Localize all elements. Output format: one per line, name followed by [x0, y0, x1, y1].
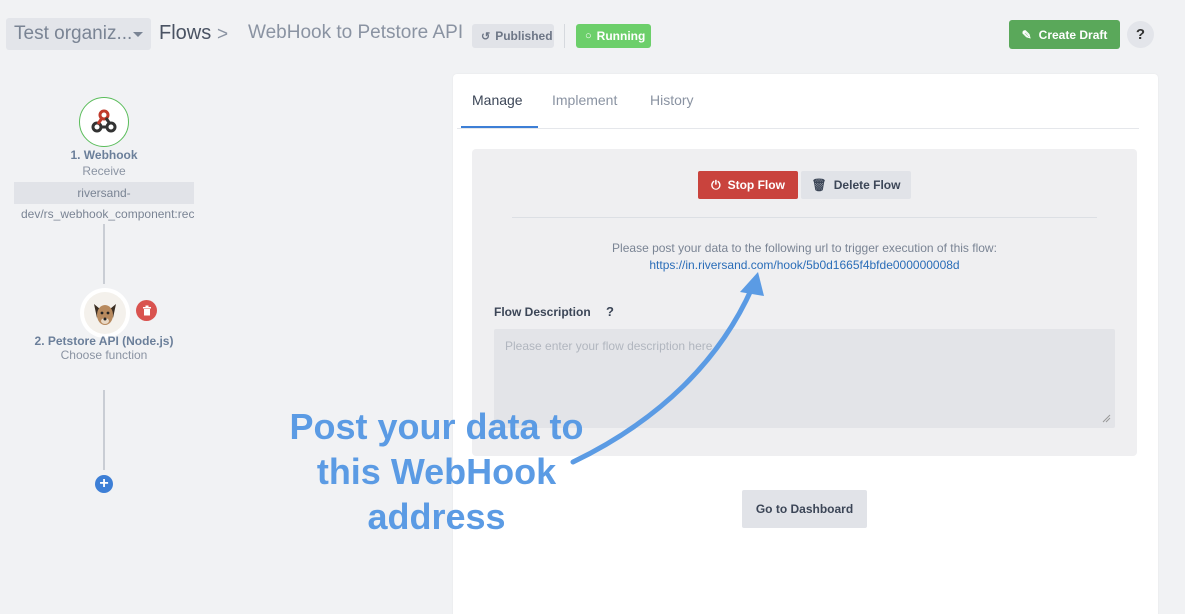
- breadcrumb-separator: >: [217, 24, 229, 45]
- webhook-node-subtitle: Receive: [82, 164, 126, 178]
- organization-select-value: Test organiz...: [14, 23, 133, 44]
- webhook-endpoint-line1: riversand-: [14, 182, 194, 204]
- pencil-icon: ✎: [1021, 27, 1032, 42]
- webhook-url-link[interactable]: https://in.riversand.com/hook/5b0d1665f4…: [472, 258, 1137, 272]
- breadcrumb-flows[interactable]: Flows: [159, 22, 211, 45]
- power-icon: ⏻: [711, 177, 721, 192]
- flow-connector: [103, 390, 105, 470]
- delete-flow-label: Delete Flow: [833, 178, 901, 192]
- webhook-endpoint-line2: dev/rs_webhook_component:receive: [21, 207, 194, 221]
- published-badge[interactable]: ↺ Published: [472, 24, 554, 48]
- annotation-line: address: [367, 496, 506, 537]
- caret-down-icon: [133, 32, 143, 37]
- history-icon: ↺: [481, 30, 491, 43]
- organization-select[interactable]: Test organiz...: [6, 18, 151, 50]
- published-badge-label: Published: [495, 29, 553, 43]
- active-tab-indicator: [461, 126, 538, 128]
- trash-icon: [142, 305, 151, 316]
- refresh-icon: ○: [585, 30, 592, 42]
- tab-manage[interactable]: Manage: [472, 92, 523, 108]
- create-draft-label: Create Draft: [1038, 27, 1108, 42]
- trigger-instructions: Please post your data to the following u…: [612, 241, 997, 255]
- help-button[interactable]: ?: [1127, 21, 1154, 48]
- delete-node-button[interactable]: [136, 300, 157, 321]
- webhook-node[interactable]: [79, 97, 129, 147]
- annotation-line: this WebHook: [316, 451, 557, 492]
- flow-connector: [103, 224, 105, 284]
- webhook-icon: [91, 109, 117, 133]
- webhook-node-title: 1. Webhook: [70, 148, 138, 162]
- petstore-node[interactable]: [80, 288, 130, 338]
- tab-history[interactable]: History: [650, 92, 694, 108]
- tab-bar: Manage Implement History: [457, 74, 1139, 129]
- stop-flow-button[interactable]: ⏻ Stop Flow: [698, 171, 798, 199]
- create-draft-button[interactable]: ✎ Create Draft: [1009, 20, 1120, 49]
- flow-description-help-icon[interactable]: ?: [606, 304, 614, 319]
- annotation-line: Post your data to: [289, 406, 584, 447]
- annotation-callout: Post your data to this WebHook address: [270, 404, 603, 539]
- flow-description-label: Flow Description: [494, 305, 591, 319]
- dog-avatar-icon: [84, 292, 126, 334]
- running-badge[interactable]: ○ Running: [576, 24, 651, 48]
- petstore-node-title: 2. Petstore API (Node.js): [34, 334, 174, 348]
- delete-flow-button[interactable]: 🗑 Delete Flow: [801, 171, 911, 199]
- resize-grip-icon[interactable]: [1101, 413, 1111, 423]
- stop-flow-label: Stop Flow: [727, 178, 785, 192]
- petstore-node-subtitle: Choose function: [60, 348, 148, 362]
- header-divider: [564, 24, 565, 48]
- trash-icon: 🗑: [811, 178, 827, 192]
- go-to-dashboard-button[interactable]: Go to Dashboard: [742, 490, 867, 528]
- running-badge-label: Running: [596, 29, 646, 43]
- breadcrumb-flow-name: WebHook to Petstore API: [248, 22, 464, 43]
- card-divider: [512, 217, 1097, 218]
- tab-implement[interactable]: Implement: [552, 92, 617, 108]
- add-step-button[interactable]: +: [95, 475, 113, 493]
